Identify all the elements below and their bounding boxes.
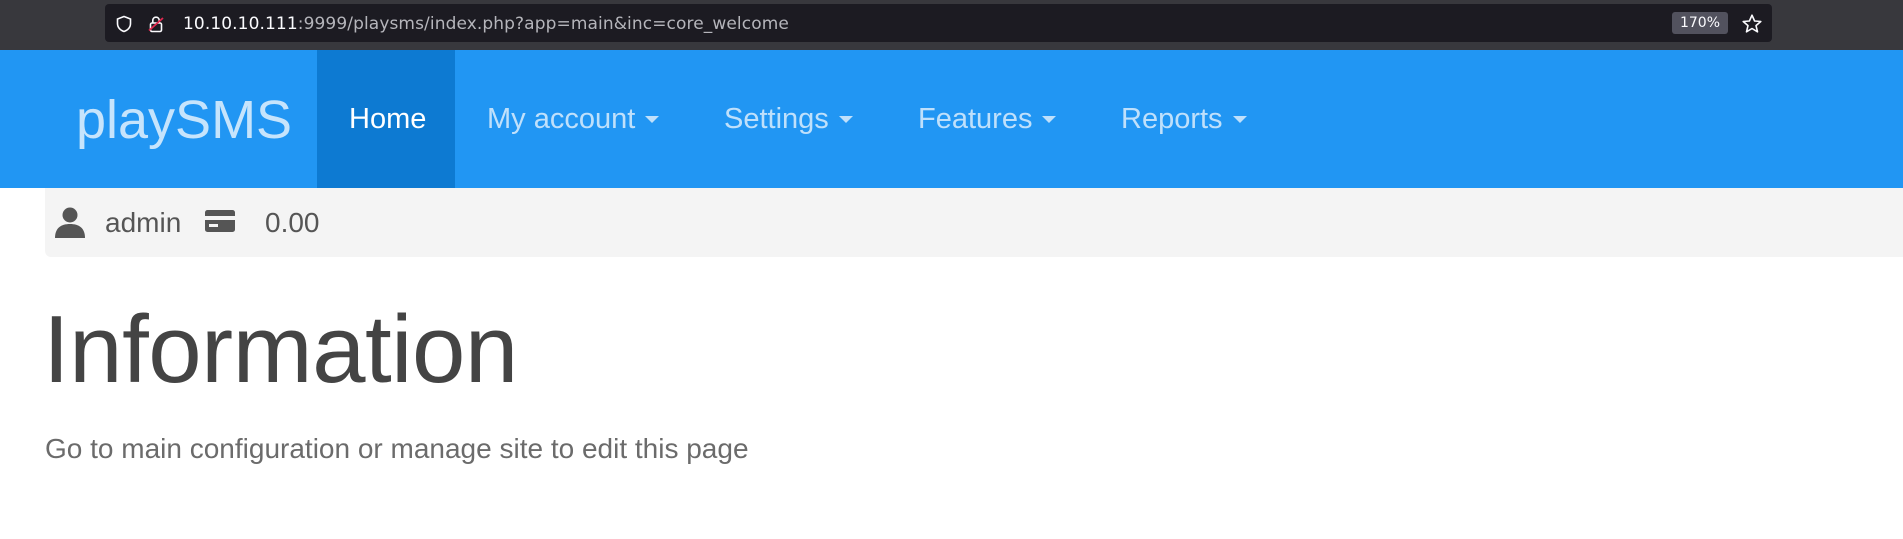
nav-home[interactable]: Home: [317, 50, 455, 188]
url-host: 10.10.10.111: [183, 14, 298, 34]
credit-balance: 0.00: [265, 207, 320, 238]
brand-logo-link[interactable]: playSMS: [76, 89, 292, 151]
bookmark-star-icon[interactable]: [1741, 13, 1763, 35]
nav-features-label: Features: [918, 103, 1033, 135]
nav-home-label: Home: [349, 103, 427, 135]
user-icon: [55, 207, 85, 238]
zoom-level-badge[interactable]: 170%: [1671, 12, 1728, 34]
nav-reports-label: Reports: [1121, 103, 1223, 135]
page-title: Information: [43, 296, 518, 403]
shield-icon[interactable]: [115, 15, 133, 33]
nav-my-account[interactable]: My account: [487, 50, 660, 188]
caret-down-icon: [1232, 115, 1247, 123]
credit-card-icon: [205, 210, 235, 232]
address-bar[interactable]: 10.10.10.111:9999/playsms/index.php?app=…: [105, 4, 1772, 42]
nav-settings-label: Settings: [724, 103, 829, 135]
caret-down-icon: [645, 115, 660, 123]
nav-reports[interactable]: Reports: [1121, 50, 1247, 188]
main-navbar: playSMS Home My account Settings Feature…: [0, 50, 1903, 188]
user-info-bar: admin 0.00: [45, 188, 1903, 257]
nav-features[interactable]: Features: [918, 50, 1057, 188]
nav-my-account-label: My account: [487, 103, 636, 135]
page-description: Go to main configuration or manage site …: [45, 433, 749, 464]
url-text[interactable]: 10.10.10.111:9999/playsms/index.php?app=…: [183, 14, 789, 34]
nav-settings[interactable]: Settings: [724, 50, 853, 188]
insecure-lock-icon[interactable]: [147, 15, 165, 33]
caret-down-icon: [838, 115, 853, 123]
caret-down-icon: [1042, 115, 1057, 123]
url-path: :9999/playsms/index.php?app=main&inc=cor…: [297, 14, 789, 34]
username-text: admin: [105, 207, 182, 238]
browser-toolbar: 10.10.10.111:9999/playsms/index.php?app=…: [0, 0, 1903, 50]
